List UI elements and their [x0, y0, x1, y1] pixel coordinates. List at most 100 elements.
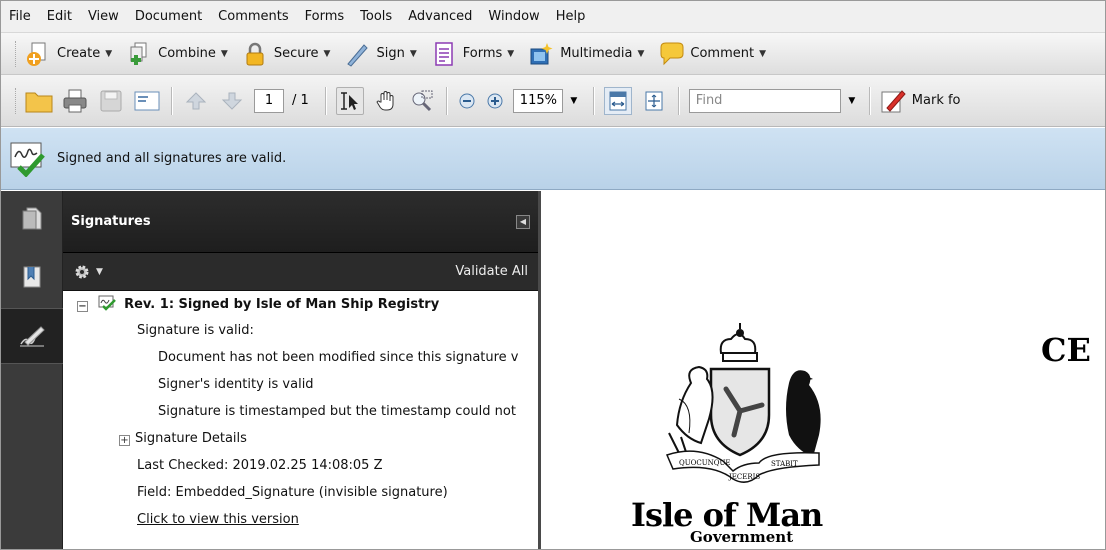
save-button[interactable] [97, 87, 125, 115]
toolbar-separator [677, 86, 679, 115]
signature-pen-icon [20, 326, 45, 347]
form-icon [435, 41, 453, 66]
zoom-dropdown[interactable]: ▼ [563, 89, 585, 113]
signature-revision-item[interactable]: − Rev. 1: Signed by Isle of Man Ship Reg… [77, 295, 439, 312]
collapse-panel-button[interactable]: ◀ [516, 214, 530, 229]
disk-icon [100, 90, 122, 111]
arrow-up-icon [185, 91, 207, 109]
signature-valid-item: Signature is valid: [137, 323, 254, 338]
menu-tools[interactable]: Tools [360, 9, 392, 24]
navigation-pane [1, 191, 63, 549]
mark-for-label: Mark fo [911, 93, 961, 108]
chevron-down-icon: ▼ [323, 48, 331, 59]
chevron-down-icon: ▼ [637, 48, 645, 59]
signature-details-label: Signature Details [135, 431, 247, 446]
fit-page-button[interactable] [640, 87, 668, 115]
menu-view[interactable]: View [88, 9, 119, 24]
multimedia-button[interactable]: Multimedia ▼ [528, 41, 644, 67]
menu-comments[interactable]: Comments [218, 9, 288, 24]
open-button[interactable] [25, 87, 53, 115]
print-button[interactable] [61, 87, 89, 115]
signatures-tree: − Rev. 1: Signed by Isle of Man Ship Reg… [63, 291, 538, 527]
isle-of-man-crest-logo: QUOCUNQUE JECERIS STABIT [665, 323, 821, 483]
gear-icon [75, 265, 89, 278]
menu-file[interactable]: File [9, 9, 31, 24]
signature-status-bar: Signed and all signatures are valid. [1, 128, 1105, 190]
triangle-left-icon: ◀ [519, 217, 527, 226]
menu-help[interactable]: Help [556, 9, 586, 24]
last-checked-item: Last Checked: 2019.02.25 14:08:05 Z [137, 458, 383, 473]
toolbar-grip[interactable] [15, 40, 17, 67]
zoom-out-button[interactable] [457, 87, 477, 115]
signature-status-message: Signed and all signatures are valid. [57, 151, 287, 166]
motto-middle: JECERIS [728, 473, 760, 481]
sign-button[interactable]: Sign ▼ [344, 41, 417, 67]
email-button[interactable] [133, 87, 161, 115]
page-number-input[interactable]: 1 [254, 88, 284, 113]
forms-label: Forms [462, 46, 503, 61]
mark-for-redaction-button[interactable]: Mark fo [880, 88, 961, 114]
pages-icon [22, 207, 42, 230]
chevron-down-icon: ▼ [507, 48, 515, 59]
options-menu-button[interactable]: ▼ [73, 263, 103, 281]
combine-icon [130, 42, 147, 65]
find-dropdown[interactable]: ▼ [841, 89, 863, 113]
chevron-down-icon: ▼ [409, 48, 417, 59]
menu-window[interactable]: Window [488, 9, 539, 24]
magnifier-icon [412, 90, 433, 111]
fit-width-button[interactable] [603, 86, 632, 115]
pen-icon [347, 43, 369, 67]
file-toolbar: 1 / 1 115% ▼ Find ▼ Mark fo [1, 75, 1105, 127]
signatures-panel: Signatures ◀ ▼ Validate All − Rev. 1: Si… [63, 191, 541, 549]
chevron-down-icon: ▼ [848, 95, 856, 106]
validate-all-button[interactable]: Validate All [455, 264, 528, 279]
view-version-link[interactable]: Click to view this version [137, 512, 299, 527]
toolbar-separator [445, 86, 447, 115]
collapse-toggle-icon[interactable]: − [77, 301, 88, 312]
pages-nav-button[interactable] [1, 191, 63, 247]
expand-toggle-icon[interactable]: + [119, 435, 130, 446]
document-heading: CE [1041, 331, 1091, 369]
signature-details-item[interactable]: + Signature Details [119, 431, 247, 446]
motto-left: QUOCUNQUE [679, 459, 731, 467]
create-button[interactable]: Create ▼ [25, 41, 112, 67]
menu-bar: File Edit View Document Comments Forms T… [1, 1, 1105, 33]
government-logo-text: Government [690, 528, 794, 546]
zoom-level-input[interactable]: 115% [512, 88, 563, 113]
toolbar-grip[interactable] [15, 87, 17, 114]
sign-label: Sign [376, 46, 405, 61]
identity-valid-item: Signer's identity is valid [158, 377, 314, 392]
bookmarks-nav-button[interactable] [1, 249, 63, 305]
not-modified-item: Document has not been modified since thi… [158, 350, 519, 365]
zoom-in-button[interactable] [485, 87, 505, 115]
valid-signature-icon [98, 295, 116, 311]
combine-button[interactable]: Combine ▼ [126, 41, 228, 67]
find-input[interactable]: Find [688, 88, 841, 113]
select-tool-button[interactable] [335, 86, 364, 115]
text-cursor-icon [340, 91, 358, 110]
secure-button[interactable]: Secure ▼ [242, 41, 331, 67]
menu-document[interactable]: Document [135, 9, 202, 24]
envelope-icon [134, 91, 160, 110]
page-total-label: / 1 [292, 93, 309, 108]
toolbar-separator [868, 86, 870, 115]
arrow-down-icon [221, 92, 243, 110]
forms-button[interactable]: Forms ▼ [431, 41, 514, 67]
secure-label: Secure [273, 46, 319, 61]
previous-page-button[interactable] [182, 87, 210, 115]
menu-forms[interactable]: Forms [305, 9, 345, 24]
hand-tool-button[interactable] [372, 87, 400, 115]
next-page-button[interactable] [218, 87, 246, 115]
acrobat-window: File Edit View Document Comments Forms T… [0, 0, 1106, 550]
menu-edit[interactable]: Edit [47, 9, 72, 24]
create-icon [27, 42, 46, 66]
raven-icon [786, 370, 821, 457]
bookmarks-icon [23, 266, 41, 288]
redaction-pen-icon [881, 89, 906, 112]
signatures-nav-button[interactable] [1, 308, 63, 364]
task-toolbar: Create ▼ Combine ▼ Secure ▼ Sign ▼ Forms ▼ Mu… [1, 33, 1105, 75]
marquee-zoom-button[interactable] [408, 87, 436, 115]
comment-button[interactable]: Comment ▼ [658, 41, 766, 67]
menu-advanced[interactable]: Advanced [408, 9, 472, 24]
toolbar-separator [324, 86, 326, 115]
